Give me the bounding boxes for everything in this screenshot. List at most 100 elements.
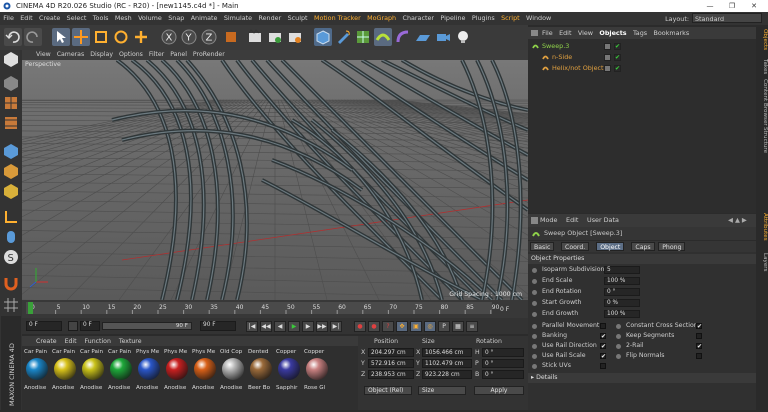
frame-stepper[interactable] <box>68 321 78 331</box>
grid-icon[interactable] <box>2 296 20 314</box>
animate-param-icon[interactable] <box>616 344 621 349</box>
size-field[interactable]: 923.228 cm <box>422 370 472 379</box>
layout-select[interactable]: Standard <box>692 13 762 23</box>
tab-object[interactable]: Object <box>596 242 624 251</box>
rotation-field[interactable]: 0 ° <box>482 359 524 368</box>
menu-mesh[interactable]: Mesh <box>112 12 135 25</box>
menu-animate[interactable]: Animate <box>188 12 221 25</box>
checkbox[interactable] <box>600 323 606 329</box>
z-axis-lock-icon[interactable]: Z <box>200 28 218 46</box>
object-name[interactable]: Helix/not Object <box>552 63 604 74</box>
go-to-start-button[interactable]: |◀ <box>246 321 258 332</box>
animate-param-icon[interactable] <box>532 279 537 284</box>
checkbox[interactable]: ✔ <box>600 353 606 359</box>
enabled-check-icon[interactable]: ✔ <box>614 54 621 61</box>
next-keyframe-button[interactable]: ▶▶ <box>316 321 328 332</box>
render-view-icon[interactable] <box>246 28 264 46</box>
timeline-menu-button[interactable]: ≡ <box>466 321 478 332</box>
animate-param-icon[interactable] <box>532 364 537 369</box>
enabled-check-icon[interactable]: ✔ <box>614 43 621 50</box>
material-swatch[interactable]: Phys MeAnodise <box>192 348 219 398</box>
checkbox[interactable] <box>696 333 702 339</box>
scale-key-button[interactable]: ▣ <box>410 321 422 332</box>
menu-tools[interactable]: Tools <box>90 12 112 25</box>
object-row[interactable]: Sweep.3 ✔ <box>528 41 756 52</box>
attr-menu-user-data[interactable]: User Data <box>587 216 619 224</box>
rotation-field[interactable]: 0 ° <box>482 370 524 379</box>
edges-mode-icon[interactable] <box>2 162 20 180</box>
y-axis-lock-icon[interactable]: Y <box>180 28 198 46</box>
pla-key-button[interactable]: ▦ <box>452 321 464 332</box>
prev-frame-button[interactable]: ◀ <box>274 321 286 332</box>
select-tool-icon[interactable] <box>52 28 70 46</box>
checkbox[interactable]: ✔ <box>696 323 702 329</box>
side-tab-layers[interactable]: Layers <box>756 253 768 272</box>
position-field[interactable]: 572.916 cm <box>368 359 414 368</box>
object-row[interactable]: n-Side ✔ <box>528 52 756 63</box>
object-menu-objects[interactable]: Objects <box>599 29 626 37</box>
position-key-button[interactable]: ✥ <box>396 321 408 332</box>
side-tab-takes[interactable]: Takes <box>756 59 768 74</box>
next-frame-button[interactable]: ▶ <box>302 321 314 332</box>
material-swatch[interactable]: Car PainAnodise <box>108 348 135 398</box>
model-mode-icon[interactable] <box>2 74 20 92</box>
animate-param-icon[interactable] <box>532 290 537 295</box>
close-button[interactable]: ✕ <box>744 0 764 12</box>
object-menu-view[interactable]: View <box>578 29 593 37</box>
animate-param-icon[interactable] <box>616 334 621 339</box>
sweep-generator-icon[interactable] <box>374 28 392 46</box>
minimize-button[interactable]: — <box>700 0 720 12</box>
menu-script[interactable]: Script <box>498 12 523 25</box>
redo-button[interactable] <box>24 28 42 46</box>
material-swatch[interactable]: DentedBeer Bo <box>248 348 275 398</box>
viewport-menu-view[interactable]: View <box>36 51 51 58</box>
prop-value-field[interactable]: 0 ° <box>604 288 640 296</box>
polygons-mode-icon[interactable] <box>2 182 20 200</box>
apply-button[interactable]: Apply <box>474 386 524 395</box>
size-field[interactable]: 1056.466 cm <box>422 348 472 357</box>
visibility-toggle-icon[interactable] <box>604 65 611 72</box>
prop-value-field[interactable]: 100 % <box>604 310 640 318</box>
rotation-key-button[interactable]: ◎ <box>424 321 436 332</box>
menu-mograph[interactable]: MoGraph <box>364 12 399 25</box>
attr-nav-arrows-icon[interactable]: ◀ ▲ ▶ <box>728 214 747 227</box>
frame-range-slider[interactable]: 90 F <box>102 322 192 330</box>
tweak-mode-icon[interactable] <box>2 228 20 246</box>
tab-basic[interactable]: Basic <box>530 242 554 251</box>
tab-coord[interactable]: Coord. <box>561 242 589 251</box>
prop-value-field[interactable]: 0 % <box>604 299 640 307</box>
viewport-menu-panel[interactable]: Panel <box>170 51 187 58</box>
object-name[interactable]: Sweep.3 <box>542 41 569 52</box>
attributes-mode-icon[interactable] <box>531 217 538 224</box>
checkbox[interactable]: ✔ <box>696 343 702 349</box>
animate-param-icon[interactable] <box>532 301 537 306</box>
menu-window[interactable]: Window <box>523 12 555 25</box>
coordinate-mode-select[interactable]: Object (Rel) <box>364 386 412 395</box>
material-menu-function[interactable]: Function <box>85 338 111 345</box>
cube-object-icon[interactable] <box>314 28 332 46</box>
menu-select[interactable]: Select <box>63 12 89 25</box>
attr-menu-mode[interactable]: Mode <box>540 216 557 224</box>
material-swatch[interactable]: Phys MeAnodise <box>164 348 191 398</box>
checkbox[interactable]: ✔ <box>600 343 606 349</box>
details-section[interactable]: ▸ Details <box>528 373 756 383</box>
rotation-field[interactable]: 0 ° <box>482 348 524 357</box>
visibility-toggle-icon[interactable] <box>604 54 611 61</box>
size-field[interactable]: 1102.479 cm <box>422 359 472 368</box>
material-swatch[interactable]: Car PainAnodise <box>24 348 51 398</box>
checkbox[interactable] <box>600 363 606 369</box>
material-swatch[interactable]: Car PainAnodise <box>52 348 79 398</box>
object-name[interactable]: n-Side <box>552 52 572 63</box>
menu-file[interactable]: File <box>0 12 17 25</box>
side-tab-content-browser[interactable]: Content Browser <box>756 79 768 126</box>
play-button[interactable]: ▶ <box>288 321 300 332</box>
rotate-tool-icon[interactable] <box>112 28 130 46</box>
side-tab-structure[interactable]: Structure <box>756 127 768 153</box>
size-mode-select[interactable]: Size <box>418 386 466 395</box>
material-menu-edit[interactable]: Edit <box>65 338 77 345</box>
end-frame-field[interactable]: 90 F <box>200 321 236 331</box>
side-tab-objects[interactable]: Objects <box>756 29 768 50</box>
enabled-check-icon[interactable]: ✔ <box>614 65 621 72</box>
render-settings-icon[interactable] <box>286 28 304 46</box>
viewport-menu-options[interactable]: Options <box>119 51 143 58</box>
